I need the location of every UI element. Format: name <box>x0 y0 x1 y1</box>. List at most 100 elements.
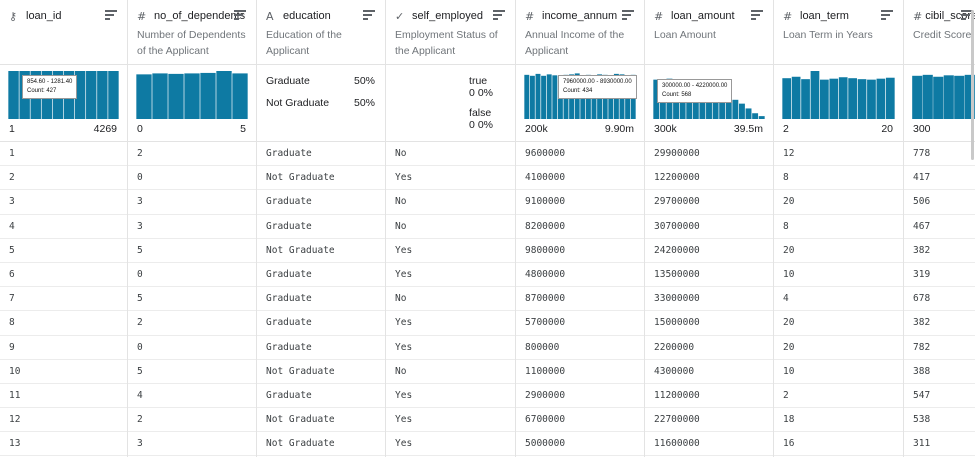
histogram-bar[interactable] <box>752 113 759 119</box>
table-cell[interactable]: 20 <box>774 190 903 215</box>
histogram-bar[interactable] <box>745 108 752 119</box>
table-cell[interactable]: 20 <box>774 239 903 263</box>
table-cell[interactable]: 538 <box>904 408 975 433</box>
histogram-bar[interactable] <box>791 76 801 119</box>
table-cell[interactable]: Yes <box>386 311 515 336</box>
table-cell[interactable]: 0 <box>128 166 256 191</box>
table-cell[interactable]: 2 <box>128 142 256 167</box>
column-menu-icon[interactable] <box>363 10 375 20</box>
table-cell[interactable]: 2200000 <box>645 336 773 360</box>
histogram-bar[interactable] <box>810 71 820 119</box>
histogram-bar[interactable] <box>922 74 933 119</box>
table-cell[interactable]: Yes <box>386 408 515 433</box>
table-cell[interactable]: 4 <box>128 384 256 409</box>
boolean-item[interactable]: false 0 0% <box>469 107 493 131</box>
histogram-bar[interactable] <box>838 77 848 119</box>
histogram-bar[interactable] <box>820 79 829 119</box>
histogram-bar[interactable] <box>758 116 765 119</box>
table-cell[interactable]: Not Graduate <box>257 432 385 457</box>
table-cell[interactable]: 2900000 <box>516 384 644 409</box>
histogram-bar[interactable] <box>546 74 552 119</box>
table-cell[interactable]: 9800000 <box>516 239 644 263</box>
column-header[interactable]: # cibil_score Credit Score <box>904 0 975 64</box>
histogram-bar[interactable] <box>97 71 108 119</box>
table-cell[interactable]: 4 <box>0 215 127 239</box>
table-cell[interactable]: No <box>386 360 515 384</box>
histogram-bar[interactable] <box>168 73 184 119</box>
table-cell[interactable]: 2 <box>0 166 127 191</box>
histogram-bar[interactable] <box>738 103 745 119</box>
table-cell[interactable]: 0 <box>128 336 256 360</box>
column-header[interactable]: # loan_term Loan Term in Years <box>774 0 903 64</box>
table-cell[interactable]: 12 <box>0 408 127 433</box>
table-cell[interactable]: 16 <box>774 432 903 457</box>
column-header[interactable]: # loan_amount Loan Amount <box>645 0 773 64</box>
column-menu-icon[interactable] <box>881 10 893 20</box>
table-cell[interactable]: 20 <box>774 336 903 360</box>
table-cell[interactable]: 2 <box>128 408 256 433</box>
table-cell[interactable]: 782 <box>904 336 975 360</box>
column-header[interactable]: # income_annum Annual Income of the Applic… <box>516 0 644 64</box>
table-cell[interactable]: Not Graduate <box>257 166 385 191</box>
table-cell[interactable]: 319 <box>904 263 975 288</box>
table-cell[interactable]: Yes <box>386 166 515 191</box>
table-cell[interactable]: 9100000 <box>516 190 644 215</box>
histogram-bar[interactable] <box>782 78 792 119</box>
table-cell[interactable]: Graduate <box>257 336 385 360</box>
table-cell[interactable]: Yes <box>386 263 515 288</box>
table-cell[interactable]: 24200000 <box>645 239 773 263</box>
table-cell[interactable]: Graduate <box>257 142 385 167</box>
table-cell[interactable]: 5700000 <box>516 311 644 336</box>
table-cell[interactable]: 5 <box>128 360 256 384</box>
table-cell[interactable]: 3 <box>0 190 127 215</box>
table-cell[interactable]: 3 <box>128 215 256 239</box>
table-cell[interactable]: Graduate <box>257 311 385 336</box>
table-cell[interactable]: 8700000 <box>516 287 644 312</box>
histogram-bar[interactable] <box>848 78 857 119</box>
column-header[interactable]: ⚷ loan_id <box>0 0 127 64</box>
table-cell[interactable]: 506 <box>904 190 975 215</box>
table-cell[interactable]: 5000000 <box>516 432 644 457</box>
boolean-item[interactable]: true 0 0% <box>469 75 493 99</box>
table-cell[interactable]: Yes <box>386 239 515 263</box>
column-menu-icon[interactable] <box>751 10 763 20</box>
vertical-scrollbar[interactable] <box>971 10 974 160</box>
table-cell[interactable]: 1100000 <box>516 360 644 384</box>
table-cell[interactable]: 11200000 <box>645 384 773 409</box>
histogram[interactable] <box>136 71 248 119</box>
table-cell[interactable]: Graduate <box>257 190 385 215</box>
table-cell[interactable]: 10 <box>774 263 903 288</box>
table-cell[interactable]: 382 <box>904 311 975 336</box>
table-cell[interactable]: Yes <box>386 336 515 360</box>
table-cell[interactable]: 311 <box>904 432 975 457</box>
histogram-bar[interactable] <box>867 79 876 119</box>
histogram-bar[interactable] <box>954 75 965 119</box>
table-cell[interactable]: 5 <box>128 287 256 312</box>
table-cell[interactable]: 11 <box>0 384 127 409</box>
histogram-bar[interactable] <box>732 99 739 119</box>
histogram-bar[interactable] <box>801 79 810 119</box>
column-header[interactable]: ✓ self_employed Employment Status of the A… <box>386 0 515 64</box>
table-cell[interactable]: 12200000 <box>645 166 773 191</box>
table-cell[interactable]: 8 <box>774 166 903 191</box>
column-menu-icon[interactable] <box>234 10 246 20</box>
table-cell[interactable]: 2 <box>128 311 256 336</box>
table-cell[interactable]: 22700000 <box>645 408 773 433</box>
histogram-bar[interactable] <box>152 73 168 119</box>
table-cell[interactable]: No <box>386 215 515 239</box>
table-cell[interactable]: Graduate <box>257 263 385 288</box>
histogram-bar[interactable] <box>912 75 923 119</box>
column-menu-icon[interactable] <box>622 10 634 20</box>
histogram-bar[interactable] <box>86 71 97 119</box>
table-cell[interactable]: 4 <box>774 287 903 312</box>
table-cell[interactable]: 13 <box>0 432 127 457</box>
table-cell[interactable]: No <box>386 190 515 215</box>
table-cell[interactable]: 388 <box>904 360 975 384</box>
column-menu-icon[interactable] <box>105 10 117 20</box>
table-cell[interactable]: No <box>386 142 515 167</box>
histogram[interactable] <box>782 71 895 119</box>
histogram[interactable] <box>912 71 975 119</box>
table-cell[interactable]: 10 <box>774 360 903 384</box>
column-menu-icon[interactable] <box>493 10 505 20</box>
histogram-bar[interactable] <box>933 76 944 119</box>
